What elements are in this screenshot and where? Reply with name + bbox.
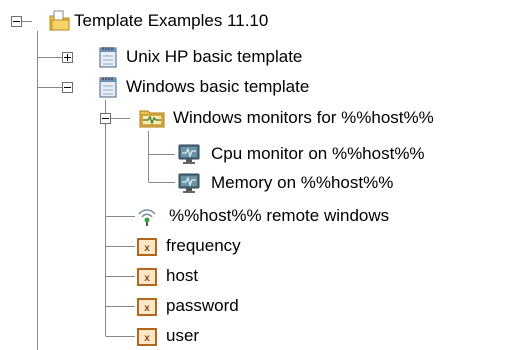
tree-node-variable-user[interactable]: x user [0,324,360,348]
tree-node-cpu-monitor[interactable]: Cpu monitor on %%host%% [0,142,520,166]
tree-node-remote-windows[interactable]: %%host%% remote windows [0,204,520,228]
tree-node-memory-monitor[interactable]: Memory on %%host%% [0,171,520,195]
variable-icon: x [136,296,158,318]
collapse-toggle-icon[interactable] [11,16,22,27]
tree-node-label: Windows basic template [126,77,310,96]
tree-node-variable-frequency[interactable]: x frequency [0,234,360,258]
svg-text:x: x [144,273,150,284]
remote-connection-icon [136,205,158,227]
variable-icon: x [136,236,158,258]
tree-node-label: Unix HP basic template [126,47,303,66]
monitor-icon [178,143,200,165]
tree-node-label: Cpu monitor on %%host%% [211,144,425,163]
tree-node-label: password [166,296,239,315]
monitor-group-icon [139,107,165,129]
svg-text:x: x [144,303,150,314]
tree-node-label: Windows monitors for %%host%% [173,108,434,127]
folder-template-icon [49,10,71,32]
tree-node-label: %%host%% remote windows [169,206,390,225]
expand-toggle-icon[interactable] [62,52,73,63]
tree-node-windows-basic-template[interactable]: Windows basic template [0,75,360,99]
tree-node-unix-hp-basic-template[interactable]: Unix HP basic template [0,45,360,69]
tree-node-label: frequency [166,236,241,255]
tree-node-windows-monitors[interactable]: Windows monitors for %%host%% [0,106,520,130]
svg-text:x: x [144,243,150,254]
tree-node-label: Template Examples 11.10 [74,11,269,30]
template-document-icon [97,76,119,98]
variable-icon: x [136,266,158,288]
svg-text:x: x [144,333,150,344]
template-tree: Template Examples 11.10 Unix HP basic te… [0,0,520,350]
tree-node-variable-password[interactable]: x password [0,294,360,318]
tree-node-label: host [166,266,199,285]
variable-icon: x [136,326,158,348]
tree-node-label: user [166,326,200,345]
collapse-toggle-icon[interactable] [100,113,111,124]
tree-node-root[interactable]: Template Examples 11.10 [0,9,360,33]
monitor-icon [178,172,200,194]
tree-node-variable-host[interactable]: x host [0,264,360,288]
collapse-toggle-icon[interactable] [62,82,73,93]
template-document-icon [97,46,119,68]
tree-node-label: Memory on %%host%% [211,173,394,192]
